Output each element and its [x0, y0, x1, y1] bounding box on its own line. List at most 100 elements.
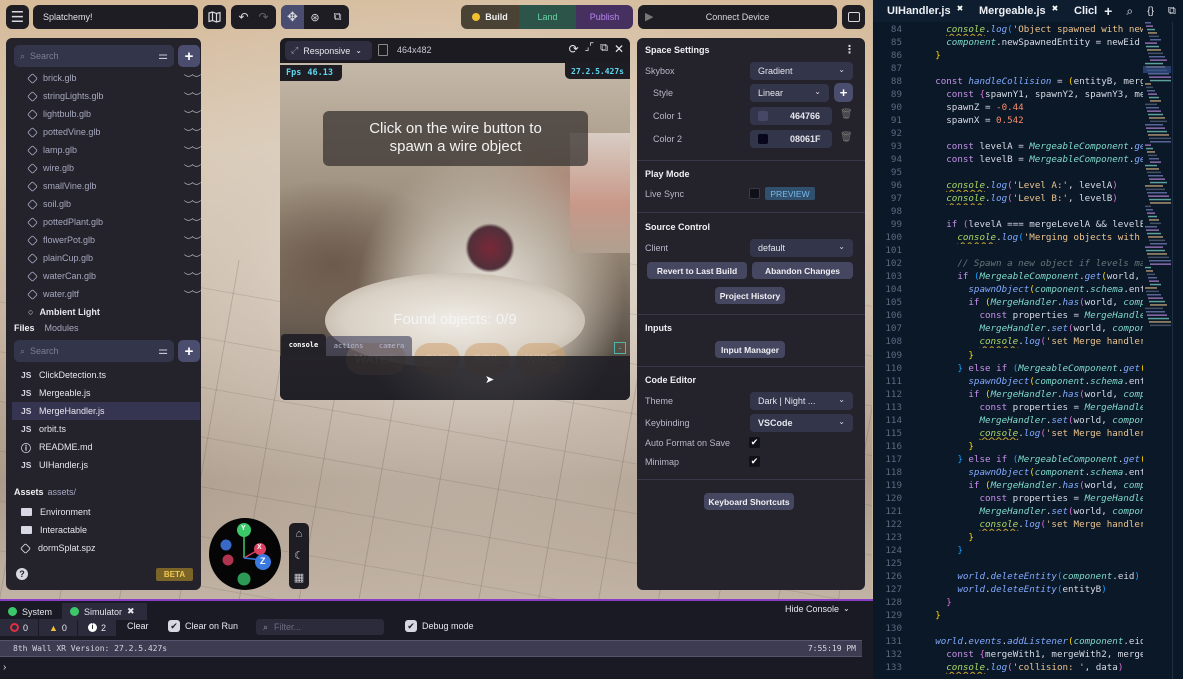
tree-item[interactable]: flowerPot.glb ︶︶ [27, 231, 201, 249]
theme-select[interactable]: Dark | Night ... ⌄ [750, 392, 853, 410]
code-line[interactable]: 111 spawnObject(component.schema.ent [873, 375, 1143, 388]
client-select[interactable]: default ⌄ [750, 239, 853, 257]
code-line[interactable]: 108 console.log('set Merge handler [873, 335, 1143, 348]
code-line[interactable]: 102 // Spawn a new object if levels ma [873, 257, 1143, 270]
tree-item[interactable]: waterCan.glb ︶︶ [27, 267, 201, 285]
file-item[interactable]: JS Mergeable.js [12, 384, 200, 402]
editor-tab-uihandler[interactable]: UIHandler.js ✖ [887, 0, 963, 22]
files-search-input[interactable]: ⌕ Search ⚌ [14, 340, 174, 362]
code-line[interactable]: 85 component.newSpawnedEntity = newEid [873, 36, 1143, 49]
simulator-viewport[interactable]: Fps 46.13 27.2.5.427s Click on the wire … [280, 63, 630, 400]
home-icon[interactable]: ⌂ [296, 528, 303, 540]
visibility-hidden-icon[interactable]: ︶︶ [184, 90, 201, 103]
debug-mode-toggle[interactable]: ✔ Debug mode [405, 620, 474, 632]
code-line[interactable]: 89 const {spawnY1, spawnY2, spawnY3, me [873, 88, 1143, 101]
code-line[interactable]: 101 [873, 244, 1143, 257]
code-line[interactable]: 125 [873, 557, 1143, 570]
file-item[interactable]: JS orbit.ts [12, 420, 200, 438]
code-line[interactable]: 91 spawnX = 0.542 [873, 114, 1143, 127]
orbit-tool[interactable]: ⊛ [304, 5, 326, 29]
code-line[interactable]: 93 const levelA = MergeableComponent.ge [873, 140, 1143, 153]
move-tool[interactable]: ✥ [281, 5, 304, 29]
tree-item[interactable]: pottedPlant.glb ︶︶ [27, 213, 201, 231]
color2-input[interactable]: 08061F [750, 130, 832, 148]
code-line[interactable]: 113 const properties = MergeHandle [873, 401, 1143, 414]
close-tab-icon[interactable]: ✖ [1052, 4, 1059, 13]
tree-item[interactable]: lamp.glb ︶︶ [27, 141, 201, 159]
code-line[interactable]: 100 console.log('Merging objects with [873, 231, 1143, 244]
code-line[interactable]: 105 if (MergeHandler.has(world, comp [873, 296, 1143, 309]
skybox-select[interactable]: Gradient ⌄ [750, 62, 853, 80]
error-count[interactable]: 0 [0, 619, 38, 636]
code-line[interactable]: 109 } [873, 349, 1143, 362]
visibility-hidden-icon[interactable]: ︶︶ [184, 216, 201, 229]
code-line[interactable]: 117 } else if (MergeableComponent.get( [873, 453, 1143, 466]
code-line[interactable]: 118 spawnObject(component.schema.ent [873, 466, 1143, 479]
external-link-icon[interactable]: ⧉ [1168, 5, 1176, 18]
autoformat-checkbox[interactable]: ✔ [749, 437, 760, 448]
tab-modules[interactable]: Modules [45, 323, 79, 333]
add-file-button[interactable]: + [178, 340, 200, 362]
keyboard-shortcuts-button[interactable]: Keyboard Shortcuts [704, 493, 794, 510]
tree-item[interactable]: brick.glb ︶︶ [27, 69, 201, 87]
rotate-device-icon[interactable] [378, 44, 388, 56]
color2-swatch[interactable] [758, 134, 768, 144]
console-tab-simulator[interactable]: Simulator ✖ [62, 603, 147, 620]
hierarchy-search-input[interactable]: ⌕ Search ⚌ [14, 45, 174, 67]
file-item[interactable]: ⓘ README.md [12, 438, 200, 456]
code-line[interactable]: 84 console.log('Object spawned with new [873, 23, 1143, 36]
tree-item[interactable]: wire.glb ︶︶ [27, 159, 201, 177]
menu-button[interactable]: ☰ [6, 5, 29, 29]
code-line[interactable]: 128 } [873, 596, 1143, 609]
trash-icon[interactable]: 🗑 [840, 109, 853, 120]
code-line[interactable]: 129 } [873, 609, 1143, 622]
tree-item[interactable]: stringLights.glb ︶︶ [27, 87, 201, 105]
editor-tab-mergeable[interactable]: Mergeable.js ✖ [979, 0, 1058, 22]
info-count[interactable]: i 2 [78, 619, 116, 636]
code-line[interactable]: 126 world.deleteEntity(component.eid) [873, 570, 1143, 583]
code-line[interactable]: 122 console.log('set Merge handler [873, 518, 1143, 531]
code-line[interactable]: 120 const properties = MergeHandle [873, 492, 1143, 505]
code-line[interactable]: 116 } [873, 440, 1143, 453]
code-line[interactable]: 106 const properties = MergeHandle [873, 309, 1143, 322]
visibility-hidden-icon[interactable]: ︶︶ [184, 126, 201, 139]
code-line[interactable]: 96 console.log('Level A:', levelA) [873, 179, 1143, 192]
format-braces-icon[interactable]: {} [1147, 6, 1154, 17]
code-line[interactable]: 103 if (MergeableComponent.get(world, [873, 270, 1143, 283]
add-object-button[interactable]: + [178, 45, 200, 67]
visibility-hidden-icon[interactable]: ︶︶ [184, 288, 201, 301]
input-manager-button[interactable]: Input Manager [715, 341, 785, 358]
close-icon[interactable]: ✕ [614, 42, 624, 56]
console-filter-input[interactable]: ⌕ Filter... [256, 619, 384, 635]
connect-device-button[interactable]: ▶ Connect Device [638, 5, 837, 29]
map-button[interactable] [203, 5, 226, 29]
code-line[interactable]: 112 if (MergeHandler.has(world, comp [873, 388, 1143, 401]
build-button[interactable]: Build [461, 5, 519, 29]
moon-icon[interactable]: ☾ [294, 549, 304, 562]
visibility-hidden-icon[interactable]: ︶︶ [184, 270, 201, 283]
warning-count[interactable]: ▲ 0 [39, 619, 77, 636]
tab-files[interactable]: Files [14, 323, 35, 333]
project-history-button[interactable]: Project History [715, 287, 785, 304]
live-sync-checkbox[interactable] [749, 188, 760, 199]
filter-sliders-icon[interactable]: ⚌ [158, 344, 168, 357]
code-line[interactable]: 86 } [873, 49, 1143, 62]
file-item[interactable]: JS MergeHandler.js [12, 402, 200, 420]
responsive-dropdown[interactable]: ⤢ Responsive ⌄ [285, 41, 372, 60]
code-line[interactable]: 95 [873, 166, 1143, 179]
visibility-hidden-icon[interactable]: ︶︶ [184, 162, 201, 175]
code-line[interactable]: 121 MergeHandler.set(world, compon [873, 505, 1143, 518]
code-line[interactable]: 99 if (levelA === mergeLevelA && levelB [873, 218, 1143, 231]
undo-icon[interactable]: ↶ [238, 10, 248, 24]
more-options-icon[interactable]: ⋮ [844, 43, 855, 56]
code-line[interactable]: 88 const handleCollision = (entityB, mer… [873, 75, 1143, 88]
visibility-hidden-icon[interactable]: ︶︶ [184, 144, 201, 157]
visibility-hidden-icon[interactable]: ︶︶ [184, 72, 201, 85]
tree-item[interactable]: plainCup.glb ︶︶ [27, 249, 201, 267]
code-line[interactable]: 132 const {mergeWith1, mergeWith2, merge [873, 648, 1143, 661]
globe-icon[interactable]: ▦ [294, 571, 304, 584]
visibility-hidden-icon[interactable]: ︶︶ [184, 180, 201, 193]
code-line[interactable]: 104 spawnObject(component.schema.ent [873, 283, 1143, 296]
scale-tool[interactable]: ⧉ [326, 5, 349, 29]
code-line[interactable]: 97 console.log('Level B:', levelB) [873, 192, 1143, 205]
